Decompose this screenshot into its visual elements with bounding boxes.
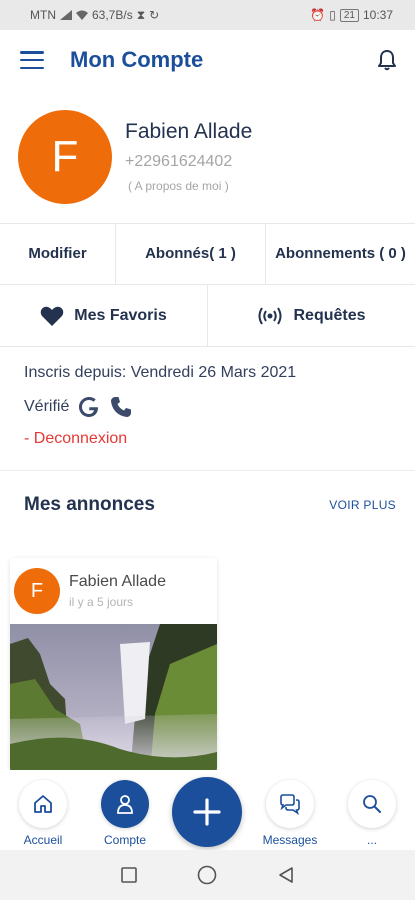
see-more-link[interactable]: VOIR PLUS — [329, 498, 396, 512]
annonces-title: Mes annonces — [24, 494, 155, 515]
tab-abonnes[interactable]: Abonnés( 1 ) — [116, 224, 266, 284]
account-info: Inscris depuis: Vendredi 26 Mars 2021 Vé… — [24, 364, 394, 448]
nav-messages[interactable]: Messages — [255, 780, 325, 847]
carrier: MTN — [30, 8, 56, 22]
vibrate-icon: ▯ — [329, 8, 336, 22]
tab-abonnements[interactable]: Abonnements ( 0 ) — [266, 224, 415, 284]
bell-icon[interactable] — [375, 48, 399, 72]
heart-icon — [40, 306, 64, 326]
network-speed: 63,7B/s — [92, 8, 133, 22]
bottom-nav: Accueil Compte Messages ... — [0, 770, 415, 850]
favorites-label: Mes Favoris — [74, 306, 167, 324]
nav-home[interactable]: Accueil — [8, 780, 78, 847]
requests-button[interactable]: Requêtes — [208, 285, 415, 346]
chat-icon — [266, 780, 314, 828]
hourglass-icon: ⧗ — [136, 7, 146, 22]
verified-label: Vérifié — [24, 398, 70, 415]
verified-row: Vérifié — [24, 394, 394, 420]
card-avatar: F — [14, 568, 60, 614]
back-icon[interactable] — [276, 865, 296, 885]
nav-account-label: Compte — [103, 833, 147, 847]
search-icon — [348, 780, 396, 828]
card-time: il y a 5 jours — [69, 595, 134, 609]
alarm-icon: ⏰ — [310, 8, 326, 22]
plus-icon — [193, 798, 221, 826]
listing-card[interactable]: F Fabien Allade il y a 5 jours — [10, 558, 217, 772]
battery-icon: 21 — [339, 8, 359, 22]
google-icon — [79, 397, 99, 417]
divider — [0, 470, 415, 471]
profile-tabs: Modifier Abonnés( 1 ) Abonnements ( 0 ) — [0, 223, 415, 285]
wifi-icon — [76, 10, 88, 20]
card-author: Fabien Allade — [69, 573, 166, 590]
nav-home-label: Accueil — [23, 833, 63, 847]
profile-name: Fabien Allade — [125, 120, 253, 143]
favorites-button[interactable]: Mes Favoris — [0, 285, 208, 346]
home-button-icon[interactable] — [196, 864, 218, 886]
nav-search-label: ... — [366, 833, 377, 847]
logout-button[interactable]: - Deconnexion — [24, 430, 394, 448]
broadcast-icon — [258, 306, 282, 325]
user-icon — [101, 780, 149, 828]
status-left: MTN 63,7B/s ⧗ ↻ — [30, 8, 159, 23]
annonces-header: Mes annonces VOIR PLUS — [24, 494, 396, 516]
status-bar: MTN 63,7B/s ⧗ ↻ ⏰ ▯ 21 10:37 — [0, 0, 415, 30]
about-link[interactable]: ( A propos de moi ) — [128, 179, 229, 193]
app-bar: Mon Compte — [0, 30, 415, 90]
recent-apps-icon[interactable] — [120, 866, 138, 884]
menu-icon[interactable] — [20, 51, 44, 69]
nav-search[interactable]: ... — [337, 780, 407, 847]
phone-icon — [111, 397, 132, 417]
profile-section: F Fabien Allade +22961624402 ( A propos … — [0, 108, 415, 218]
requests-label: Requêtes — [293, 306, 366, 324]
avatar[interactable]: F — [18, 110, 112, 204]
tab-modifier[interactable]: Modifier — [0, 224, 116, 284]
nav-messages-label: Messages — [262, 833, 318, 847]
status-right: ⏰ ▯ 21 10:37 — [310, 8, 393, 22]
profile-phone: +22961624402 — [125, 153, 233, 170]
page-title: Mon Compte — [70, 47, 204, 72]
member-since: Inscris depuis: Vendredi 26 Mars 2021 — [24, 364, 297, 381]
nav-account[interactable]: Compte — [90, 780, 160, 847]
system-nav — [0, 850, 415, 900]
listing-photo — [10, 624, 217, 772]
sync-icon: ↻ — [149, 8, 160, 22]
signal-icon — [60, 10, 72, 20]
add-listing-button[interactable] — [172, 777, 242, 847]
clock: 10:37 — [362, 8, 393, 22]
actions-row: Mes Favoris Requêtes — [0, 285, 415, 347]
home-icon — [19, 780, 67, 828]
